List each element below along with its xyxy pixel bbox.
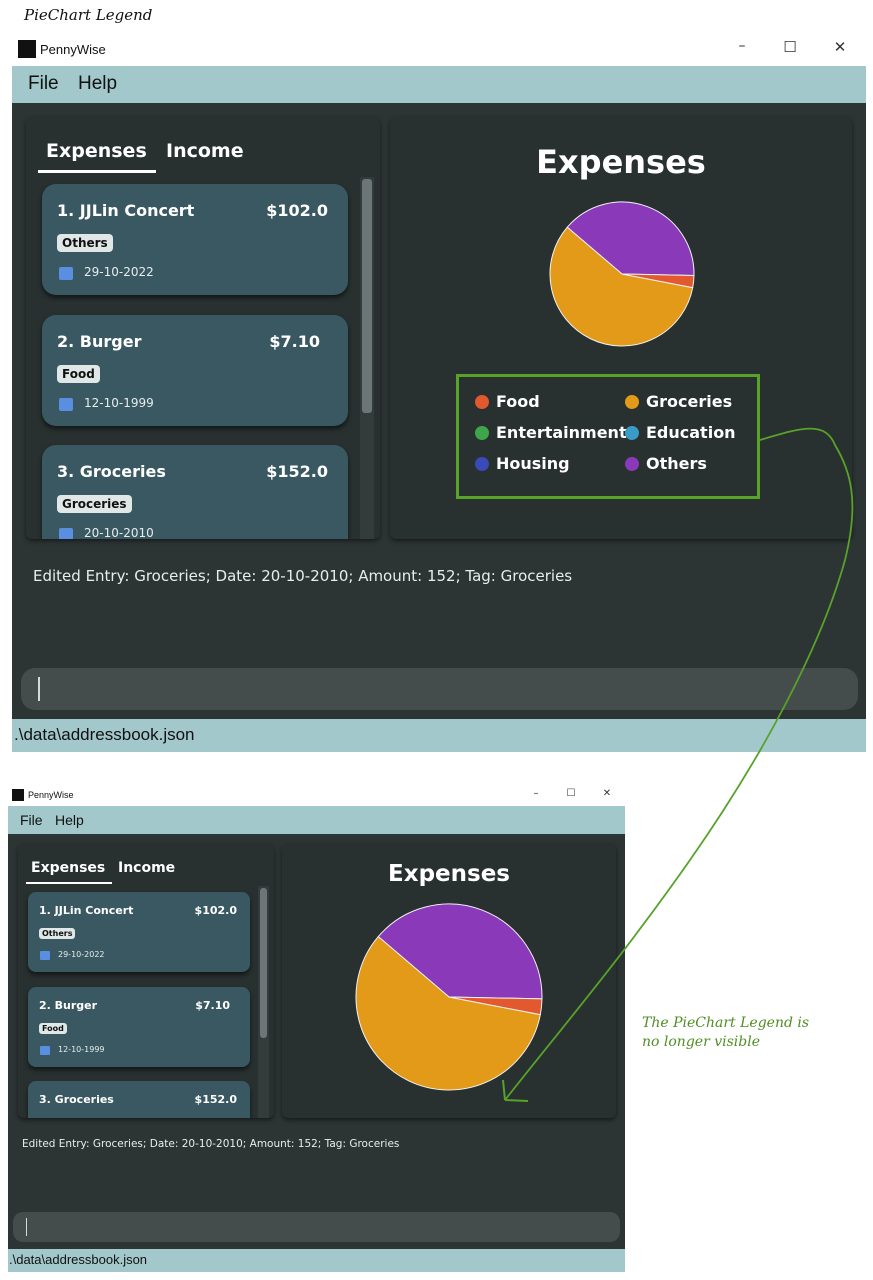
annotation-note-line: The PieChart Legend is bbox=[642, 1015, 810, 1031]
annotation-note-line: no longer visible bbox=[642, 1034, 760, 1050]
annotation-arrow bbox=[502, 427, 854, 1102]
annotation-note: The PieChart Legend is no longer visible bbox=[642, 1014, 809, 1052]
